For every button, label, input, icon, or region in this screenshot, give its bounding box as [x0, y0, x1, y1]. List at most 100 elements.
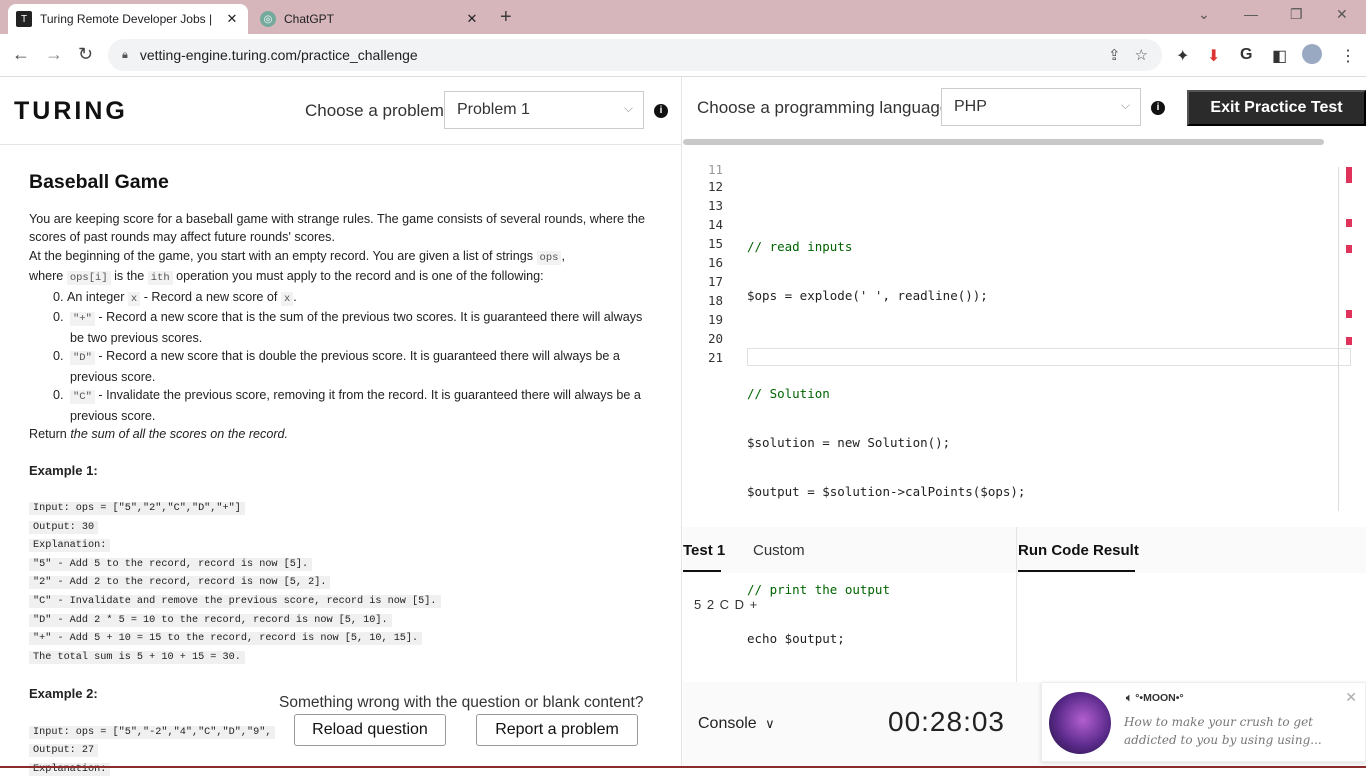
reload-question-button[interactable]: Reload question [294, 714, 446, 746]
bell-icon: 🔈︎ [1126, 692, 1136, 704]
notification-title: 🔈︎ °•MOON•° [1126, 692, 1184, 705]
language-select[interactable]: PHP ⌵ [941, 88, 1141, 126]
problem-intro-3: where ops[i] is the ith operation you mu… [29, 267, 659, 288]
address-bar[interactable]: 🔒︎ vetting-engine.turing.com/practice_ch… [108, 39, 1162, 71]
browser-tab-strip: T Turing Remote Developer Jobs | ✕ ◎ Cha… [0, 0, 1366, 34]
close-icon[interactable]: ✕ [1345, 689, 1357, 706]
code-line: $ops = explode(' ', readline()); [747, 288, 988, 303]
problem-select-value: Problem 1 [457, 101, 530, 118]
list-number: 0. [53, 289, 64, 304]
text: is the [114, 269, 145, 283]
choose-language-label: Choose a programming language [697, 98, 950, 117]
info-icon[interactable]: i [1151, 101, 1165, 115]
close-tab-icon[interactable]: ✕ [464, 11, 480, 27]
line-number-gutter: 11 12 13 14 15 16 17 18 19 20 21 [683, 163, 723, 367]
code-editor[interactable]: 11 12 13 14 15 16 17 18 19 20 21 // read… [683, 163, 1352, 646]
notification-toast[interactable]: 🔈︎ °•MOON•° How to make your crush to ge… [1041, 682, 1366, 762]
code-line: Input: ops = ["5","-2","4","C","D","9", [29, 725, 276, 739]
inline-code: ops [536, 250, 562, 265]
browser-menu-icon[interactable]: ⋮ [1340, 46, 1356, 66]
problem-title: Baseball Game [29, 171, 169, 193]
code-line: // read inputs [747, 239, 853, 254]
back-icon[interactable]: ← [12, 44, 30, 65]
code-line: // print the output [747, 582, 890, 597]
tab-custom[interactable]: Custom [753, 542, 805, 559]
browser-tab-turing[interactable]: T Turing Remote Developer Jobs | ✕ [8, 4, 248, 34]
reload-icon[interactable]: ↻ [78, 44, 93, 65]
list-item: 0. "+" - Record a new score that is the … [53, 308, 659, 347]
practice-challenge-app: TURING Choose a problem Problem 1 ⌵ i Ba… [0, 77, 1366, 777]
inline-code: "D" [70, 351, 95, 365]
bookmark-star-icon[interactable]: ☆ [1135, 46, 1148, 64]
line-number: 14 [707, 217, 723, 232]
text: °•MOON•° [1135, 692, 1184, 704]
problem-panel: TURING Choose a problem Problem 1 ⌵ i Ba… [0, 77, 682, 777]
code-line: "2" - Add 2 to the record, record is now… [29, 576, 331, 590]
minimize-icon[interactable]: — [1244, 6, 1258, 22]
close-tab-icon[interactable]: ✕ [224, 11, 240, 27]
list-number: 0. [53, 349, 64, 363]
info-icon[interactable]: i [654, 104, 668, 118]
tab-title: Turing Remote Developer Jobs | [40, 12, 213, 26]
exit-practice-test-button[interactable]: Exit Practice Test [1187, 90, 1366, 126]
turing-logo: TURING [14, 97, 128, 125]
problem-intro-2: At the beginning of the game, you start … [29, 247, 659, 268]
test-tabs: Test 1 Custom Run Code Result [683, 527, 1366, 573]
forward-icon[interactable]: → [45, 44, 63, 65]
text: An integer [67, 289, 125, 304]
inline-code: x [280, 291, 294, 306]
report-problem-button[interactable]: Report a problem [476, 714, 638, 746]
text: the sum of all the scores on the record. [70, 427, 289, 441]
tab-run-code-result[interactable]: Run Code Result [1018, 542, 1139, 559]
inline-code: ith [147, 271, 173, 285]
list-number: 0. [53, 388, 64, 402]
sidebar-icon[interactable]: ◧ [1272, 46, 1287, 66]
return-statement: Return the sum of all the scores on the … [29, 425, 659, 444]
line-number: 15 [707, 236, 723, 251]
chevron-down-icon: ⌵ [623, 101, 633, 115]
code-line: $output = $solution->calPoints($ops); [747, 484, 1026, 499]
code-line: Input: ops = ["5","2","C","D","+"] [29, 502, 245, 515]
error-marker [1346, 245, 1352, 253]
console-bar: Console ∨ 00:28:03 🔈︎ °•MOON•° How to ma… [683, 682, 1366, 768]
share-icon[interactable]: ⇪ [1108, 46, 1121, 64]
tab-search-icon[interactable]: ⌄ [1198, 6, 1210, 23]
download-extension-icon[interactable]: ⬇ [1207, 46, 1220, 66]
test-input: 5 2 C D + [694, 597, 759, 612]
line-number: 12 [707, 179, 723, 194]
grammarly-g-icon[interactable]: G [1240, 46, 1252, 64]
tab-test-1[interactable]: Test 1 [683, 542, 725, 559]
browser-toolbar: ← → ↻ 🔒︎ vetting-engine.turing.com/pract… [0, 34, 1366, 77]
code-line: "D" - Add 2 * 5 = 10 to the record, reco… [29, 613, 392, 627]
code-line: "+" - Add 5 + 10 = 15 to the record, rec… [29, 632, 423, 646]
code-line: "C" - Invalidate and remove the previous… [29, 594, 441, 608]
browser-tab-chatgpt[interactable]: ◎ ChatGPT ✕ [252, 4, 488, 34]
text: . [293, 289, 297, 304]
problem-report-prompt: Something wrong with the question or bla… [279, 694, 644, 711]
list-number: 0. [53, 310, 64, 324]
example-1-title: Example 1: [29, 462, 98, 478]
extensions-puzzle-icon[interactable]: ✦ [1176, 46, 1189, 66]
profile-avatar[interactable] [1302, 44, 1322, 64]
tab-title: ChatGPT [284, 12, 335, 26]
code-line: // Solution [747, 386, 830, 401]
error-marker [1346, 310, 1352, 318]
url-text: vetting-engine.turing.com/practice_chall… [139, 47, 418, 63]
restore-icon[interactable]: ❐ [1290, 6, 1303, 23]
console-label: Console [698, 715, 757, 732]
notification-body: How to make your crush to get addicted t… [1124, 715, 1322, 747]
horizontal-scrollbar[interactable] [683, 139, 1324, 145]
problem-select[interactable]: Problem 1 ⌵ [444, 91, 644, 129]
chevron-down-icon: ⌵ [1120, 98, 1130, 112]
inline-code: ops[i] [66, 271, 111, 285]
console-toggle[interactable]: Console ∨ [698, 715, 775, 733]
code-line: echo $output; [747, 631, 845, 646]
text: where [29, 269, 64, 283]
line-number: 18 [707, 293, 723, 308]
close-window-icon[interactable]: ✕ [1336, 6, 1348, 23]
new-tab-button[interactable]: + [500, 6, 512, 29]
text: - Record a new score that is double the … [70, 349, 620, 384]
problem-description: Baseball Game You are keeping score for … [29, 173, 659, 780]
notification-avatar [1049, 692, 1111, 754]
